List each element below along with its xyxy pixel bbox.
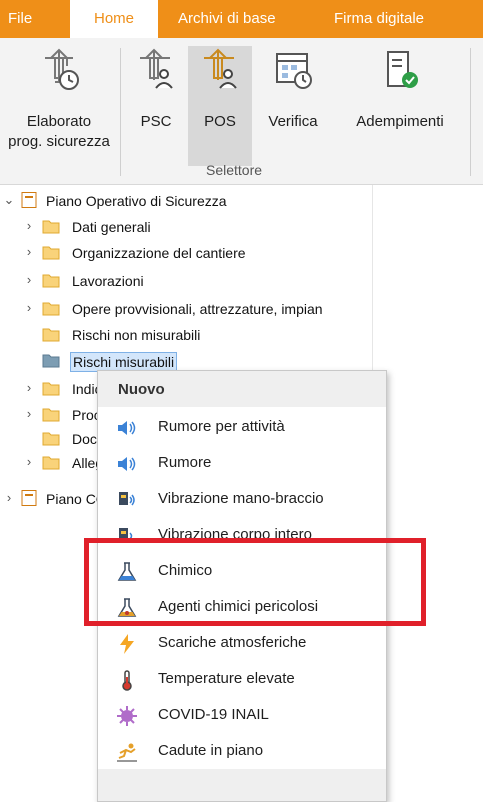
tree-node-organizzazione[interactable]: › Organizzazione del cantiere — [0, 241, 372, 265]
document-icon — [21, 192, 37, 208]
tree-node-label: Lavorazioni — [72, 273, 144, 289]
folder-icon — [42, 328, 60, 342]
calendar-clock-icon — [276, 53, 312, 89]
adempimenti-button[interactable]: Adempimenti — [338, 46, 462, 166]
tree-node-rischi-non-misurabili[interactable]: Rischi non misurabili — [0, 323, 372, 347]
ribbon-separator — [120, 48, 121, 176]
tree-node-label-selected: Rischi misurabili — [70, 352, 178, 372]
menu-header-label: Nuovo — [118, 381, 165, 398]
menu-item-label: Scariche atmosferiche — [158, 634, 307, 651]
menu-item-label: Vibrazione mano-braccio — [158, 490, 324, 507]
tree-node-lavorazioni[interactable]: › Lavorazioni — [0, 269, 372, 293]
chevron-right-icon[interactable]: › — [22, 455, 36, 469]
chevron-right-icon[interactable]: › — [22, 381, 36, 395]
chevron-right-icon[interactable]: › — [22, 219, 36, 233]
elaborato-button[interactable]: Elaborato prog. sicurezza — [0, 46, 118, 166]
pos-label: POS — [204, 113, 236, 130]
fall-icon — [117, 743, 137, 762]
folder-icon — [42, 274, 60, 288]
tab-file[interactable]: File — [8, 0, 32, 38]
ribbon-separator — [470, 48, 471, 176]
verifica-button[interactable]: Verifica — [256, 46, 330, 166]
chevron-down-icon[interactable]: ⌄ — [2, 193, 16, 207]
annotation-highlight-box — [84, 538, 426, 626]
ribbon-panel: Elaborato prog. sicurezza PSC POS Verifi… — [0, 38, 483, 185]
folder-icon — [42, 246, 60, 260]
adempimenti-label: Adempimenti — [356, 113, 444, 130]
document-check-icon — [387, 51, 418, 88]
virus-icon — [117, 706, 137, 726]
chevron-right-icon[interactable]: › — [2, 491, 16, 505]
menu-item-rumore-attivita[interactable]: Rumore per attività — [98, 409, 386, 445]
side-panel — [372, 185, 483, 783]
menu-item-temperature-elevate[interactable]: Temperature elevate — [98, 661, 386, 697]
menu-item-label: Cadute in piano — [158, 742, 264, 759]
folder-icon — [42, 354, 60, 368]
folder-icon — [42, 408, 60, 422]
tree-node-label: Opere provvisionali, attrezzature, impia… — [72, 301, 323, 317]
folder-icon — [42, 382, 60, 396]
crane-people-selected-icon — [204, 48, 237, 89]
menu-header: Nuovo — [98, 371, 386, 407]
folder-icon — [42, 456, 60, 470]
menu-item-vibrazione-mano-braccio[interactable]: Vibrazione mano-braccio — [98, 481, 386, 517]
tree-node-label: Piano Operativo di Sicurezza — [46, 193, 227, 209]
menu-footer-section — [98, 769, 386, 801]
psc-label: PSC — [140, 113, 172, 130]
ribbon-tabbar: File Home Archivi di base Firma digitale — [0, 0, 483, 38]
tab-archivi-di-base[interactable]: Archivi di base — [178, 0, 276, 38]
menu-item-label: Rumore — [158, 454, 212, 471]
menu-item-label: Temperature elevate — [158, 670, 295, 687]
document-icon — [21, 490, 37, 506]
crane-clock-icon — [45, 48, 79, 90]
speaker-icon — [118, 457, 136, 471]
tree-node-dati-generali[interactable]: › Dati generali — [0, 215, 372, 239]
tree-node-label: Rischi non misurabili — [72, 327, 201, 343]
tree-node-label: Organizzazione del cantiere — [72, 245, 246, 261]
folder-icon — [42, 432, 60, 446]
menu-item-covid[interactable]: COVID-19 INAIL — [98, 697, 386, 733]
tree-node-label: Dati generali — [72, 219, 151, 235]
ribbon-group-label: Selettore — [206, 162, 263, 178]
elaborato-label: Elaborato prog. sicurezza — [8, 113, 110, 150]
menu-item-label: COVID-19 INAIL — [158, 706, 269, 723]
chevron-right-icon[interactable]: › — [22, 245, 36, 259]
menu-item-scariche-atmosferiche[interactable]: Scariche atmosferiche — [98, 625, 386, 661]
tab-firma-digitale[interactable]: Firma digitale — [334, 0, 424, 38]
pos-button[interactable]: POS — [188, 46, 252, 166]
chevron-right-icon[interactable]: › — [22, 301, 36, 315]
psc-button[interactable]: PSC — [124, 46, 188, 166]
chevron-right-icon[interactable]: › — [22, 407, 36, 421]
verifica-label: Verifica — [268, 113, 318, 130]
folder-icon — [42, 220, 60, 234]
menu-item-rumore[interactable]: Rumore — [98, 445, 386, 481]
tree-node-opere-provvisionali[interactable]: › Opere provvisionali, attrezzature, imp… — [0, 297, 372, 321]
tree-node-piano-operativo[interactable]: ⌄ Piano Operativo di Sicurezza — [0, 189, 372, 213]
lightning-icon — [120, 634, 134, 654]
chevron-right-icon[interactable]: › — [22, 273, 36, 287]
menu-item-cadute-in-piano[interactable]: Cadute in piano — [98, 733, 386, 769]
menu-item-label: Rumore per attività — [158, 418, 285, 435]
folder-icon — [42, 302, 60, 316]
thermometer-icon — [122, 670, 132, 691]
crane-people-icon — [140, 48, 173, 89]
vibration-tool-icon — [119, 492, 135, 506]
tab-home[interactable]: Home — [70, 0, 158, 38]
speaker-icon — [118, 421, 136, 435]
